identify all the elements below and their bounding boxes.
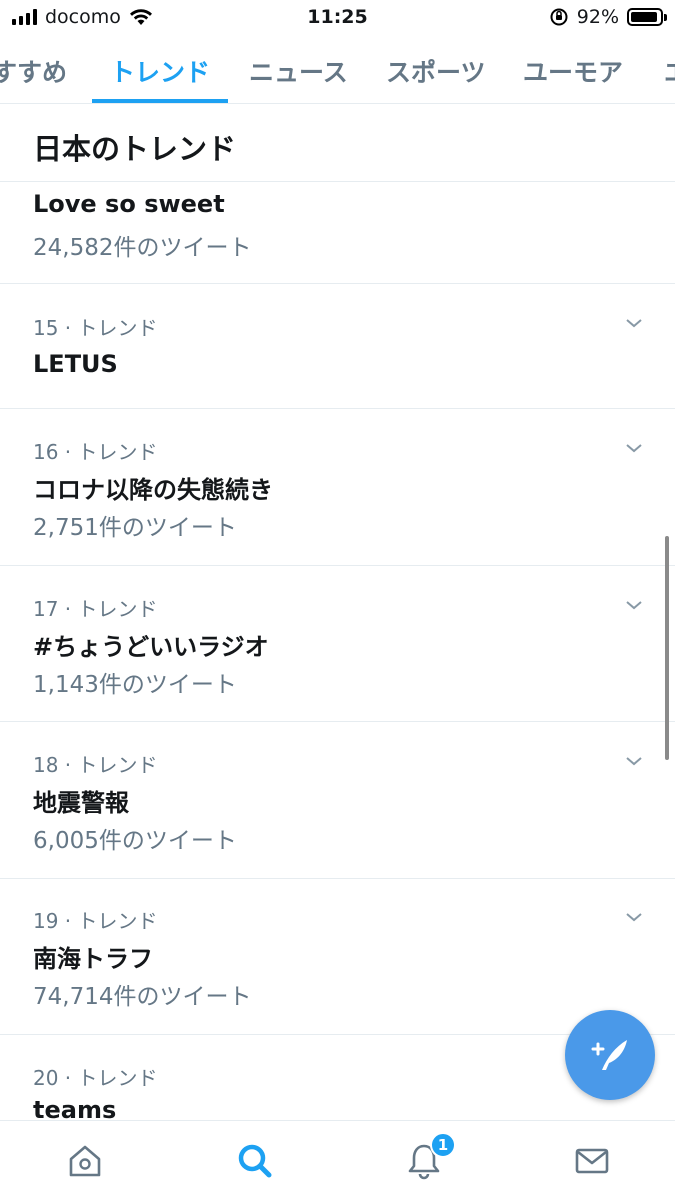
trend-item[interactable]: 17 · トレンド #ちょうどいいラジオ 1,143件のツイート <box>0 566 675 722</box>
nav-home-button[interactable] <box>65 1141 105 1181</box>
trend-name: Love so sweet <box>33 190 225 218</box>
search-icon <box>238 1144 272 1178</box>
trend-item[interactable]: Love so sweet 24,582件のツイート <box>0 182 675 284</box>
chevron-down-icon[interactable] <box>625 908 643 926</box>
nav-messages-button[interactable] <box>572 1141 612 1181</box>
active-tab-indicator <box>92 99 228 103</box>
notification-badge: 1 <box>430 1132 456 1158</box>
tab-humor[interactable]: ユーモア <box>523 53 623 89</box>
trend-tweet-count: 2,751件のツイート <box>33 515 237 541</box>
nav-search-button[interactable] <box>235 1141 275 1181</box>
chevron-down-icon[interactable] <box>625 439 643 457</box>
trend-item[interactable]: 15 · トレンド LETUS <box>0 284 675 409</box>
section-title: 日本のトレンド <box>33 132 237 166</box>
battery-percent: 92% <box>576 6 619 28</box>
trend-name: #ちょうどいいラジオ <box>33 633 269 661</box>
tab-sports[interactable]: スポーツ <box>386 53 486 89</box>
trend-rank: 20 · トレンド <box>33 1066 158 1090</box>
trend-item[interactable]: 18 · トレンド 地震警報 6,005件のツイート <box>0 722 675 879</box>
status-right: 92% <box>549 6 667 28</box>
scrollbar[interactable] <box>665 536 669 760</box>
trend-rank: 15 · トレンド <box>33 316 158 340</box>
tab-trends[interactable]: トレンド <box>110 53 210 89</box>
battery-icon <box>627 8 667 26</box>
battery-level <box>631 12 657 22</box>
compose-quill-icon <box>591 1040 627 1070</box>
envelope-icon <box>575 1148 609 1174</box>
trend-item[interactable]: 19 · トレンド 南海トラフ 74,714件のツイート <box>0 879 675 1035</box>
chevron-down-icon[interactable] <box>625 752 643 770</box>
section-header: 日本のトレンド <box>0 104 675 182</box>
trend-tweet-count: 1,143件のツイート <box>33 672 237 698</box>
bottom-navigation <box>0 1120 675 1200</box>
trend-tweet-count: 6,005件のツイート <box>33 828 237 854</box>
trend-rank: 17 · トレンド <box>33 597 158 621</box>
home-icon <box>69 1145 101 1177</box>
chevron-down-icon[interactable] <box>625 596 643 614</box>
tab-news[interactable]: ニュース <box>249 53 348 89</box>
trend-tweet-count: 74,714件のツイート <box>33 984 252 1010</box>
trend-name: 地震警報 <box>33 789 129 817</box>
trend-name: コロナ以降の失態続き <box>33 476 273 504</box>
trend-rank: 19 · トレンド <box>33 909 158 933</box>
tab-entertainment[interactable]: エ <box>664 53 675 89</box>
trend-tweet-count: 24,582件のツイート <box>33 235 252 261</box>
trend-name: 南海トラフ <box>33 945 153 973</box>
compose-tweet-button[interactable] <box>565 1010 655 1100</box>
tab-recommended[interactable]: すすめ <box>0 53 67 89</box>
chevron-down-icon[interactable] <box>625 314 643 332</box>
trend-rank: 18 · トレンド <box>33 753 158 777</box>
status-bar: docomo 11:25 92% <box>0 0 675 36</box>
explore-tabs: すすめ トレンド ニュース スポーツ ユーモア エ <box>0 36 675 104</box>
trend-rank: 16 · トレンド <box>33 440 158 464</box>
trend-name: LETUS <box>33 350 118 378</box>
trend-item[interactable]: 16 · トレンド コロナ以降の失態続き 2,751件のツイート <box>0 409 675 566</box>
orientation-lock-icon <box>550 8 568 26</box>
